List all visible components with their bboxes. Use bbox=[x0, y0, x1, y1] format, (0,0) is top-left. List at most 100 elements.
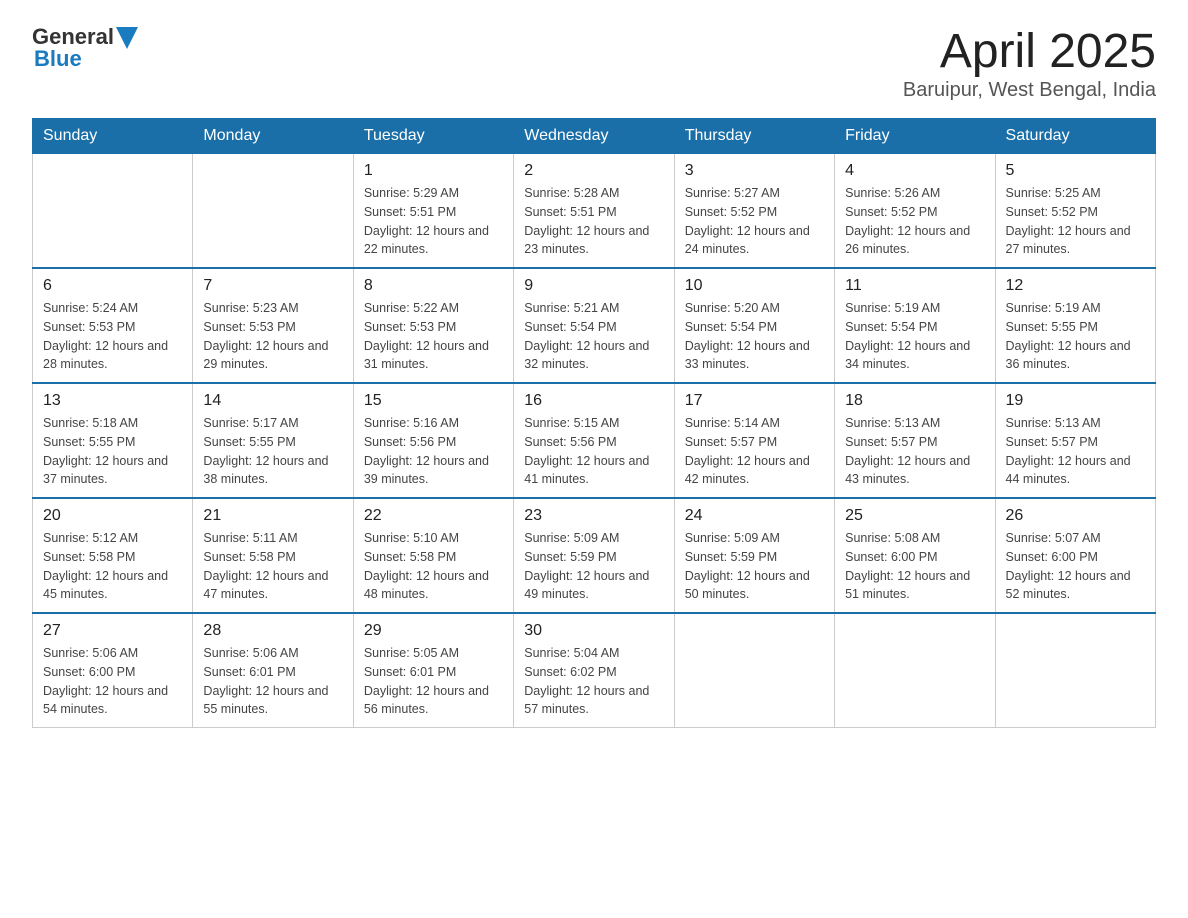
calendar-header-friday: Friday bbox=[835, 119, 995, 154]
calendar-cell: 20 Sunrise: 5:12 AMSunset: 5:58 PMDayligh… bbox=[33, 498, 193, 613]
day-number: 29 bbox=[364, 622, 503, 640]
calendar-cell: 30Sunrise: 5:04 AMSunset: 6:02 PMDayligh… bbox=[514, 613, 674, 728]
day-info: Sunrise: 5:09 AMSunset: 5:59 PMDaylight:… bbox=[685, 529, 824, 604]
logo: General Blue bbox=[32, 24, 138, 72]
day-number: 23 bbox=[524, 507, 663, 525]
calendar-cell: 11Sunrise: 5:19 AMSunset: 5:54 PMDayligh… bbox=[835, 268, 995, 383]
calendar-cell: 15Sunrise: 5:16 AMSunset: 5:56 PMDayligh… bbox=[353, 383, 513, 498]
day-number: 3 bbox=[685, 162, 824, 180]
calendar-cell: 1 Sunrise: 5:29 AMSunset: 5:51 PMDaylight… bbox=[353, 154, 513, 269]
calendar-header-monday: Monday bbox=[193, 119, 353, 154]
header: General Blue April 2025 Baruipur, West B… bbox=[32, 24, 1156, 102]
day-info: Sunrise: 5:15 AMSunset: 5:56 PMDaylight:… bbox=[524, 414, 663, 489]
calendar-cell: 14 Sunrise: 5:17 AMSunset: 5:55 PMDayligh… bbox=[193, 383, 353, 498]
day-number: 18 bbox=[845, 392, 984, 410]
day-info: Sunrise: 5:13 AMSunset: 5:57 PMDaylight:… bbox=[1006, 414, 1145, 489]
day-info: Sunrise: 5:18 AMSunset: 5:55 PMDaylight:… bbox=[43, 414, 182, 489]
day-number: 12 bbox=[1006, 277, 1145, 295]
calendar-cell: 2Sunrise: 5:28 AMSunset: 5:51 PMDaylight… bbox=[514, 154, 674, 269]
day-info: Sunrise: 5:17 AMSunset: 5:55 PMDaylight:… bbox=[203, 414, 342, 489]
calendar-cell: 7Sunrise: 5:23 AMSunset: 5:53 PMDaylight… bbox=[193, 268, 353, 383]
calendar-cell bbox=[995, 613, 1155, 728]
day-number: 14 bbox=[203, 392, 342, 410]
calendar-cell: 6Sunrise: 5:24 AMSunset: 5:53 PMDaylight… bbox=[33, 268, 193, 383]
calendar-cell: 4 Sunrise: 5:26 AMSunset: 5:52 PMDaylight… bbox=[835, 154, 995, 269]
calendar-cell: 12 Sunrise: 5:19 AMSunset: 5:55 PMDayligh… bbox=[995, 268, 1155, 383]
calendar-cell: 8 Sunrise: 5:22 AMSunset: 5:53 PMDaylight… bbox=[353, 268, 513, 383]
calendar-week-2: 6Sunrise: 5:24 AMSunset: 5:53 PMDaylight… bbox=[33, 268, 1156, 383]
day-number: 20 bbox=[43, 507, 182, 525]
calendar-cell: 5 Sunrise: 5:25 AMSunset: 5:52 PMDaylight… bbox=[995, 154, 1155, 269]
calendar-cell: 25Sunrise: 5:08 AMSunset: 6:00 PMDayligh… bbox=[835, 498, 995, 613]
calendar-week-4: 20 Sunrise: 5:12 AMSunset: 5:58 PMDayligh… bbox=[33, 498, 1156, 613]
day-number: 27 bbox=[43, 622, 182, 640]
calendar-table: SundayMondayTuesdayWednesdayThursdayFrid… bbox=[32, 118, 1156, 728]
day-info: Sunrise: 5:06 AMSunset: 6:00 PMDaylight:… bbox=[43, 644, 182, 719]
calendar-cell: 9Sunrise: 5:21 AMSunset: 5:54 PMDaylight… bbox=[514, 268, 674, 383]
calendar-cell: 22Sunrise: 5:10 AMSunset: 5:58 PMDayligh… bbox=[353, 498, 513, 613]
day-number: 9 bbox=[524, 277, 663, 295]
calendar-week-5: 27 Sunrise: 5:06 AMSunset: 6:00 PMDayligh… bbox=[33, 613, 1156, 728]
day-number: 30 bbox=[524, 622, 663, 640]
day-number: 17 bbox=[685, 392, 824, 410]
day-info: Sunrise: 5:14 AMSunset: 5:57 PMDaylight:… bbox=[685, 414, 824, 489]
calendar-cell: 10 Sunrise: 5:20 AMSunset: 5:54 PMDayligh… bbox=[674, 268, 834, 383]
logo-triangle-icon bbox=[116, 27, 138, 49]
day-info: Sunrise: 5:06 AMSunset: 6:01 PMDaylight:… bbox=[203, 644, 342, 719]
calendar-week-3: 13Sunrise: 5:18 AMSunset: 5:55 PMDayligh… bbox=[33, 383, 1156, 498]
day-number: 11 bbox=[845, 277, 984, 295]
calendar-header-sunday: Sunday bbox=[33, 119, 193, 154]
calendar-cell: 3 Sunrise: 5:27 AMSunset: 5:52 PMDaylight… bbox=[674, 154, 834, 269]
calendar-cell: 24Sunrise: 5:09 AMSunset: 5:59 PMDayligh… bbox=[674, 498, 834, 613]
day-info: Sunrise: 5:09 AMSunset: 5:59 PMDaylight:… bbox=[524, 529, 663, 604]
calendar-header-wednesday: Wednesday bbox=[514, 119, 674, 154]
day-number: 15 bbox=[364, 392, 503, 410]
day-number: 21 bbox=[203, 507, 342, 525]
calendar-cell: 13Sunrise: 5:18 AMSunset: 5:55 PMDayligh… bbox=[33, 383, 193, 498]
day-info: Sunrise: 5:27 AMSunset: 5:52 PMDaylight:… bbox=[685, 184, 824, 259]
calendar-cell bbox=[674, 613, 834, 728]
day-number: 1 bbox=[364, 162, 503, 180]
day-info: Sunrise: 5:25 AMSunset: 5:52 PMDaylight:… bbox=[1006, 184, 1145, 259]
calendar-cell: 17 Sunrise: 5:14 AMSunset: 5:57 PMDayligh… bbox=[674, 383, 834, 498]
day-number: 25 bbox=[845, 507, 984, 525]
day-number: 22 bbox=[364, 507, 503, 525]
day-info: Sunrise: 5:26 AMSunset: 5:52 PMDaylight:… bbox=[845, 184, 984, 259]
day-info: Sunrise: 5:13 AMSunset: 5:57 PMDaylight:… bbox=[845, 414, 984, 489]
day-number: 10 bbox=[685, 277, 824, 295]
day-info: Sunrise: 5:12 AMSunset: 5:58 PMDaylight:… bbox=[43, 529, 182, 604]
day-info: Sunrise: 5:11 AMSunset: 5:58 PMDaylight:… bbox=[203, 529, 342, 604]
page-title: April 2025 bbox=[903, 24, 1156, 79]
day-info: Sunrise: 5:20 AMSunset: 5:54 PMDaylight:… bbox=[685, 299, 824, 374]
day-number: 19 bbox=[1006, 392, 1145, 410]
calendar-header-thursday: Thursday bbox=[674, 119, 834, 154]
day-number: 8 bbox=[364, 277, 503, 295]
day-number: 7 bbox=[203, 277, 342, 295]
day-info: Sunrise: 5:19 AMSunset: 5:55 PMDaylight:… bbox=[1006, 299, 1145, 374]
calendar-cell: 27 Sunrise: 5:06 AMSunset: 6:00 PMDayligh… bbox=[33, 613, 193, 728]
day-number: 16 bbox=[524, 392, 663, 410]
calendar-cell: 18 Sunrise: 5:13 AMSunset: 5:57 PMDayligh… bbox=[835, 383, 995, 498]
calendar-cell: 23 Sunrise: 5:09 AMSunset: 5:59 PMDayligh… bbox=[514, 498, 674, 613]
calendar-cell bbox=[33, 154, 193, 269]
day-info: Sunrise: 5:05 AMSunset: 6:01 PMDaylight:… bbox=[364, 644, 503, 719]
day-info: Sunrise: 5:29 AMSunset: 5:51 PMDaylight:… bbox=[364, 184, 503, 259]
logo-blue-text: Blue bbox=[34, 46, 82, 72]
title-section: April 2025 Baruipur, West Bengal, India bbox=[903, 24, 1156, 102]
calendar-cell: 21 Sunrise: 5:11 AMSunset: 5:58 PMDayligh… bbox=[193, 498, 353, 613]
day-number: 28 bbox=[203, 622, 342, 640]
calendar-header-row: SundayMondayTuesdayWednesdayThursdayFrid… bbox=[33, 119, 1156, 154]
calendar-cell: 28 Sunrise: 5:06 AMSunset: 6:01 PMDayligh… bbox=[193, 613, 353, 728]
calendar-cell bbox=[835, 613, 995, 728]
day-info: Sunrise: 5:24 AMSunset: 5:53 PMDaylight:… bbox=[43, 299, 182, 374]
day-number: 4 bbox=[845, 162, 984, 180]
day-info: Sunrise: 5:22 AMSunset: 5:53 PMDaylight:… bbox=[364, 299, 503, 374]
calendar-cell bbox=[193, 154, 353, 269]
page-subtitle: Baruipur, West Bengal, India bbox=[903, 79, 1156, 102]
calendar-cell: 29 Sunrise: 5:05 AMSunset: 6:01 PMDayligh… bbox=[353, 613, 513, 728]
day-number: 5 bbox=[1006, 162, 1145, 180]
calendar-cell: 16 Sunrise: 5:15 AMSunset: 5:56 PMDayligh… bbox=[514, 383, 674, 498]
day-info: Sunrise: 5:07 AMSunset: 6:00 PMDaylight:… bbox=[1006, 529, 1145, 604]
calendar-header-tuesday: Tuesday bbox=[353, 119, 513, 154]
calendar-cell: 19 Sunrise: 5:13 AMSunset: 5:57 PMDayligh… bbox=[995, 383, 1155, 498]
